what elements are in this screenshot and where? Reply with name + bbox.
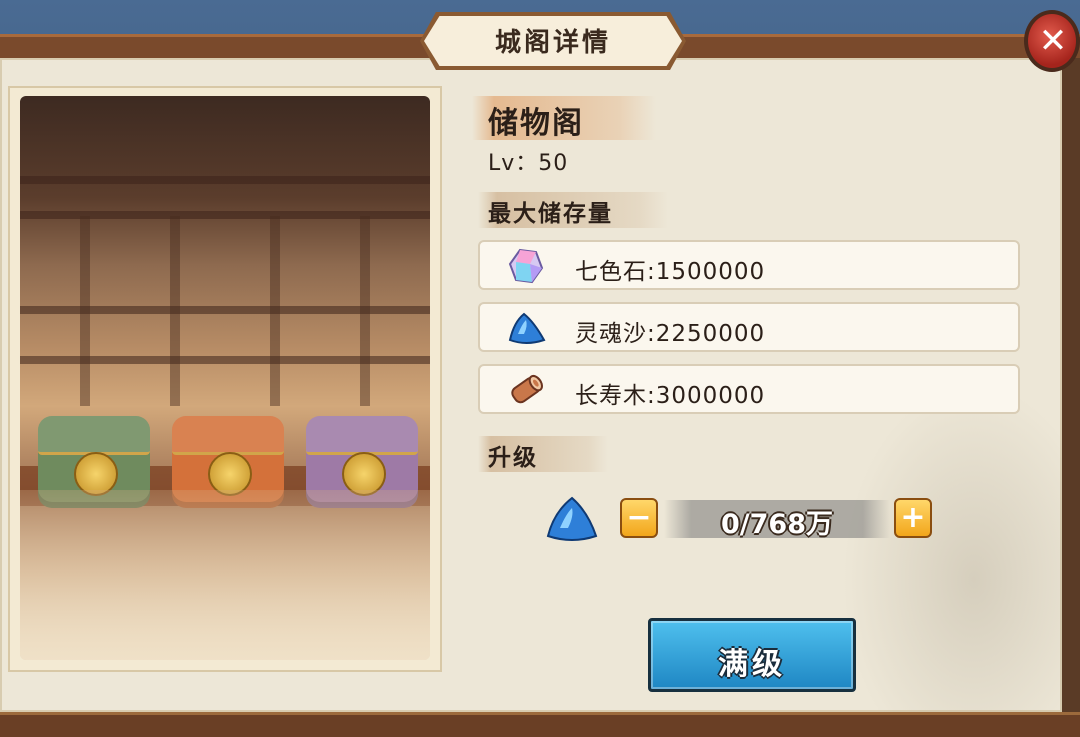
building-illustration [10, 88, 440, 670]
upgrade-section-title: 升级 [488, 445, 538, 471]
storage-row-label: 灵魂沙:2250000 [575, 321, 766, 347]
rainbow-gem-icon [508, 248, 544, 284]
close-button[interactable]: ✕ [1024, 10, 1080, 72]
max-level-button[interactable]: 满级 [648, 618, 856, 692]
dialog-bottom-bar [0, 712, 1080, 737]
max-level-button-label: 满级 [718, 647, 786, 682]
longevity-wood-icon [511, 374, 543, 404]
building-level: Lv：50 [488, 151, 569, 176]
storage-row-label: 长寿木:3000000 [575, 383, 766, 409]
plus-icon: + [900, 500, 926, 535]
dialog-title: 城阁详情 [494, 28, 611, 58]
building-name: 储物阁 [488, 106, 584, 141]
storage-row-longevity-wood: 长寿木:3000000 [478, 364, 1020, 414]
storage-row-soul-sand: 灵魂沙:2250000 [478, 302, 1020, 352]
soul-sand-icon [508, 312, 546, 344]
minus-icon: − [626, 500, 652, 535]
title-plaque: 城阁详情 [420, 12, 686, 70]
storage-row-label: 七色石:1500000 [575, 259, 766, 285]
increase-button[interactable]: + [894, 498, 932, 538]
soul-sand-icon [546, 496, 598, 541]
storage-section-title: 最大储存量 [488, 201, 613, 227]
dialog-right-rail [1062, 58, 1080, 712]
storage-row-rainbow-stone: 七色石:1500000 [478, 240, 1020, 290]
close-icon: ✕ [1038, 21, 1068, 61]
upgrade-quantity: 0/768万 [720, 509, 833, 540]
decrease-button[interactable]: − [620, 498, 658, 538]
